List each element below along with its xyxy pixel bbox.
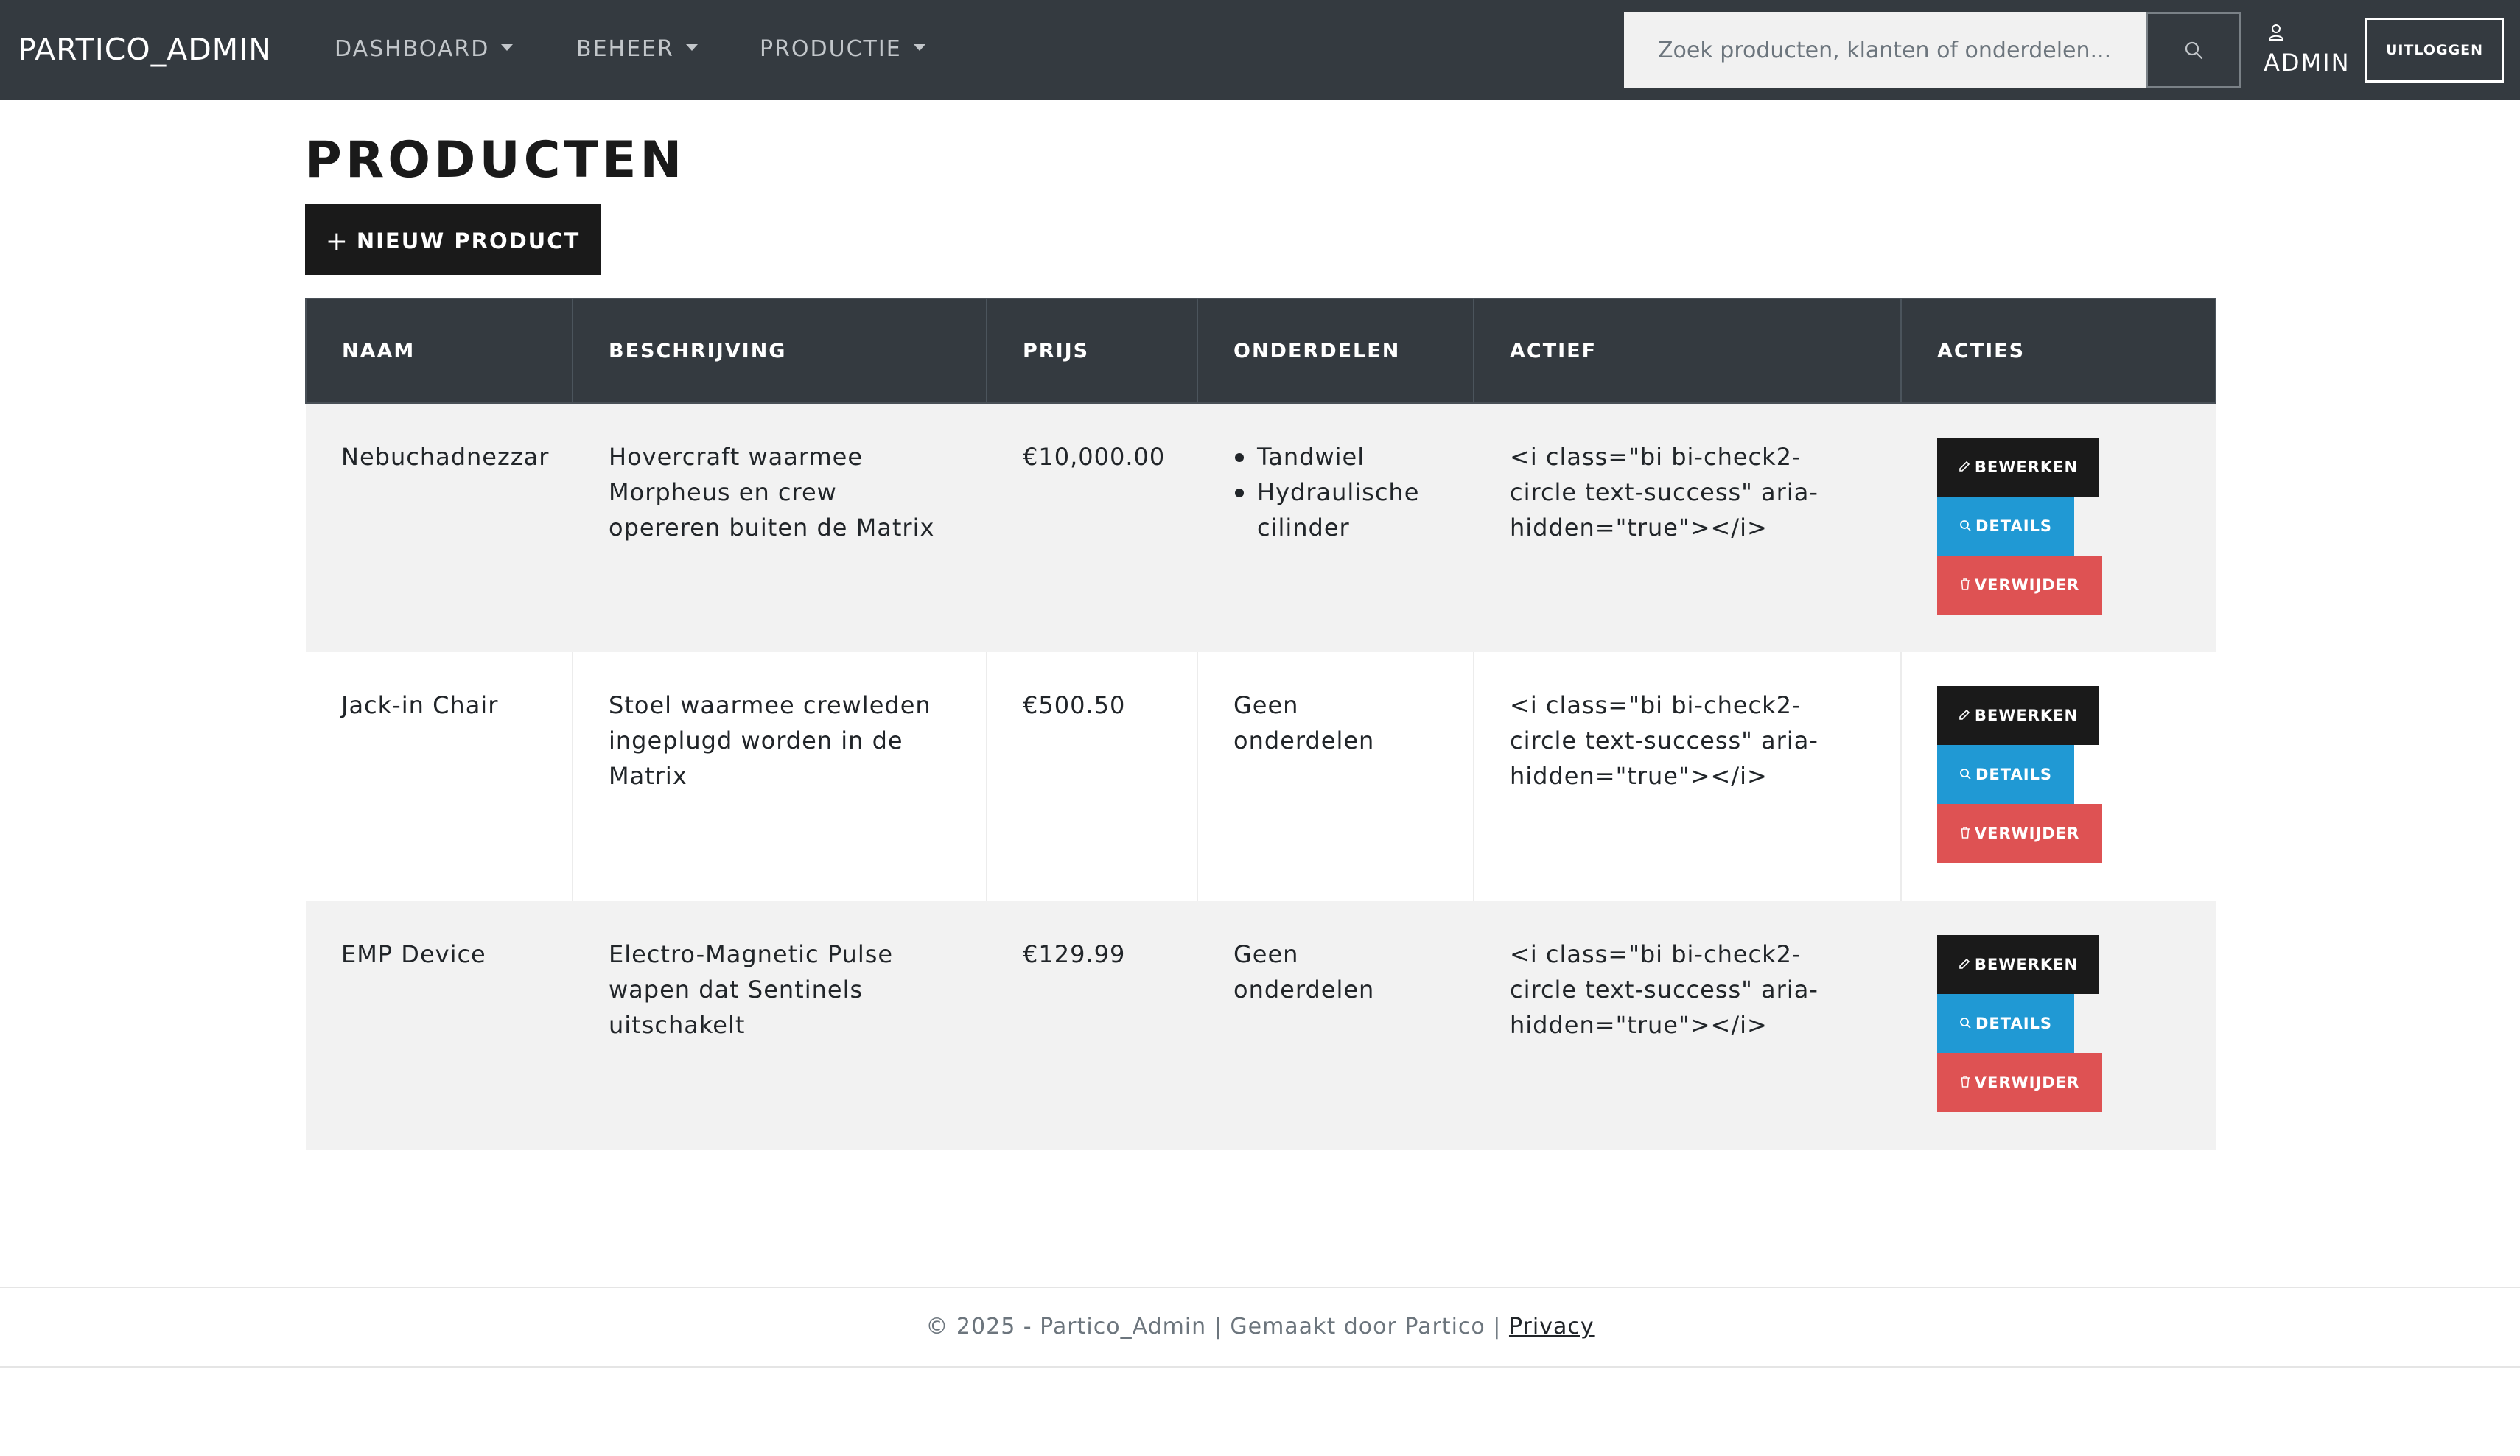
delete-label: VERWIJDER [1974,825,2080,842]
caret-down-icon [501,44,514,51]
part-item: Hydraulische cilinder [1233,475,1438,545]
row-actions: BEWERKEN DETAILS VERWIJDER [1937,686,2180,878]
details-button[interactable]: DETAILS [1937,745,2074,804]
details-label: DETAILS [1975,517,2053,535]
edit-label: BEWERKEN [1974,956,2079,973]
details-button[interactable]: DETAILS [1937,497,2074,556]
cell-active: <i class="bi bi-check2-circle text-succe… [1474,901,1902,1150]
part-item: Tandwiel [1233,439,1438,475]
trash-icon [1960,578,1970,590]
trash-icon [1960,1076,1970,1088]
nav-dropdown-dashboard[interactable]: DASHBOARD [335,0,514,100]
row-actions: BEWERKEN DETAILS VERWIJDER [1937,438,2180,629]
column-header-onderdelen: ONDERDELEN [1197,298,1474,404]
column-header-beschrijving: BESCHRIJVING [573,298,987,404]
nav-label-dashboard: DASHBOARD [335,36,490,62]
table-row: Nebuchadnezzar Hovercraft waarmee Morphe… [306,403,2216,652]
delete-button[interactable]: VERWIJDER [1937,1053,2102,1112]
search-button[interactable] [2146,12,2241,88]
row-actions: BEWERKEN DETAILS VERWIJDER [1937,935,2180,1127]
edit-button[interactable]: BEWERKEN [1937,438,2099,497]
products-table: NAAM BESCHRIJVING PRIJS ONDERDELEN ACTIE… [305,298,2216,1150]
search-input[interactable] [1624,12,2146,88]
nav-label-beheer: BEHEER [576,36,674,62]
caret-down-icon [685,44,698,51]
footer-text: © 2025 - Partico_Admin | Gemaakt door Pa… [925,1314,1502,1340]
cell-parts: Tandwiel Hydraulische cilinder [1197,403,1474,652]
new-product-label: NIEUW PRODUCT [356,228,581,253]
cell-price: €129.99 [987,901,1198,1150]
logout-button[interactable]: UITLOGGEN [2365,18,2504,83]
nav-dropdown-productie[interactable]: PRODUCTIE [760,0,925,100]
nav-dropdown-beheer[interactable]: BEHEER [576,0,698,100]
magnifier-icon [1960,769,1971,780]
delete-label: VERWIJDER [1974,576,2080,594]
details-label: DETAILS [1975,1015,2053,1032]
column-header-acties: ACTIES [1901,298,2216,404]
cell-price: €500.50 [987,652,1198,901]
column-header-naam: NAAM [305,298,573,404]
edit-button[interactable]: BEWERKEN [1937,686,2099,745]
delete-button[interactable]: VERWIJDER [1937,804,2102,863]
cell-name: Jack-in Chair [306,652,573,901]
plus-icon: + [325,225,349,256]
new-product-button[interactable]: + NIEUW PRODUCT [305,204,601,275]
table-row: EMP Device Electro-Magnetic Pulse wapen … [306,901,2216,1150]
pencil-icon [1959,709,1970,720]
cell-name: EMP Device [306,901,573,1150]
delete-label: VERWIJDER [1974,1074,2080,1091]
column-header-prijs: PRIJS [987,298,1198,404]
details-label: DETAILS [1975,766,2053,783]
user-name: ADMIN [2264,49,2351,77]
cell-active: <i class="bi bi-check2-circle text-succe… [1474,403,1902,652]
privacy-link[interactable]: Privacy [1509,1314,1595,1340]
page-title: PRODUCTEN [305,131,686,189]
table-header-row: NAAM BESCHRIJVING PRIJS ONDERDELEN ACTIE… [305,298,2216,404]
cell-description: Hovercraft waarmee Morpheus en crew oper… [573,403,987,652]
pencil-icon [1959,958,1970,969]
parts-list: Tandwiel Hydraulische cilinder [1233,439,1438,545]
user-menu[interactable]: ADMIN [2259,21,2351,83]
caret-down-icon [913,44,925,51]
cell-no-parts: Geen onderdelen [1197,652,1474,901]
magnifier-icon [1960,1018,1971,1029]
table-row: Jack-in Chair Stoel waarmee crewleden in… [306,652,2216,901]
cell-no-parts: Geen onderdelen [1197,901,1474,1150]
edit-label: BEWERKEN [1974,707,2079,724]
cell-actions: BEWERKEN DETAILS VERWIJDER [1901,901,2216,1150]
delete-button[interactable]: VERWIJDER [1937,556,2102,615]
top-navbar: PARTICO_ADMIN DASHBOARD BEHEER PRODUCTIE… [0,0,2520,100]
column-header-actief: ACTIEF [1474,298,1902,404]
magnifier-icon [1960,520,1971,531]
footer: © 2025 - Partico_Admin | Gemaakt door Pa… [0,1287,2520,1368]
pencil-icon [1959,461,1970,472]
person-icon [2268,24,2284,41]
cell-actions: BEWERKEN DETAILS VERWIJDER [1901,403,2216,652]
cell-description: Stoel waarmee crewleden ingeplugd worden… [573,652,987,901]
brand-logo[interactable]: PARTICO_ADMIN [18,0,272,100]
cell-description: Electro-Magnetic Pulse wapen dat Sentine… [573,901,987,1150]
trash-icon [1960,827,1970,839]
edit-button[interactable]: BEWERKEN [1937,935,2099,994]
cell-name: Nebuchadnezzar [306,403,573,652]
cell-price: €10,000.00 [987,403,1198,652]
cell-actions: BEWERKEN DETAILS VERWIJDER [1901,652,2216,901]
search-icon [2185,41,2203,60]
cell-active: <i class="bi bi-check2-circle text-succe… [1474,652,1902,901]
edit-label: BEWERKEN [1974,458,2079,476]
details-button[interactable]: DETAILS [1937,994,2074,1053]
nav-label-productie: PRODUCTIE [760,36,902,62]
